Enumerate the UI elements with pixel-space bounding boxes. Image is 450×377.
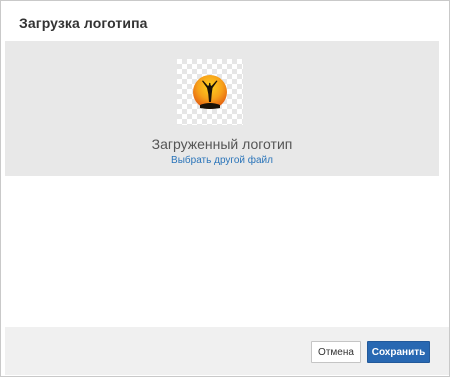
choose-another-file-link[interactable]: Выбрать другой файл — [5, 155, 439, 166]
dialog-footer: Отмена Сохранить — [5, 327, 449, 375]
logo-image-icon — [193, 75, 227, 109]
logo-upload-dialog: Загрузка логотипа Загруженный логотип Вы… — [0, 0, 450, 377]
upload-area: Загруженный логотип Выбрать другой файл — [5, 41, 439, 176]
save-button[interactable]: Сохранить — [367, 341, 430, 363]
cancel-button[interactable]: Отмена — [311, 341, 361, 363]
dialog-title: Загрузка логотипа — [19, 15, 148, 31]
logo-caption: Загруженный логотип — [151, 136, 293, 152]
logo-preview — [177, 59, 243, 125]
